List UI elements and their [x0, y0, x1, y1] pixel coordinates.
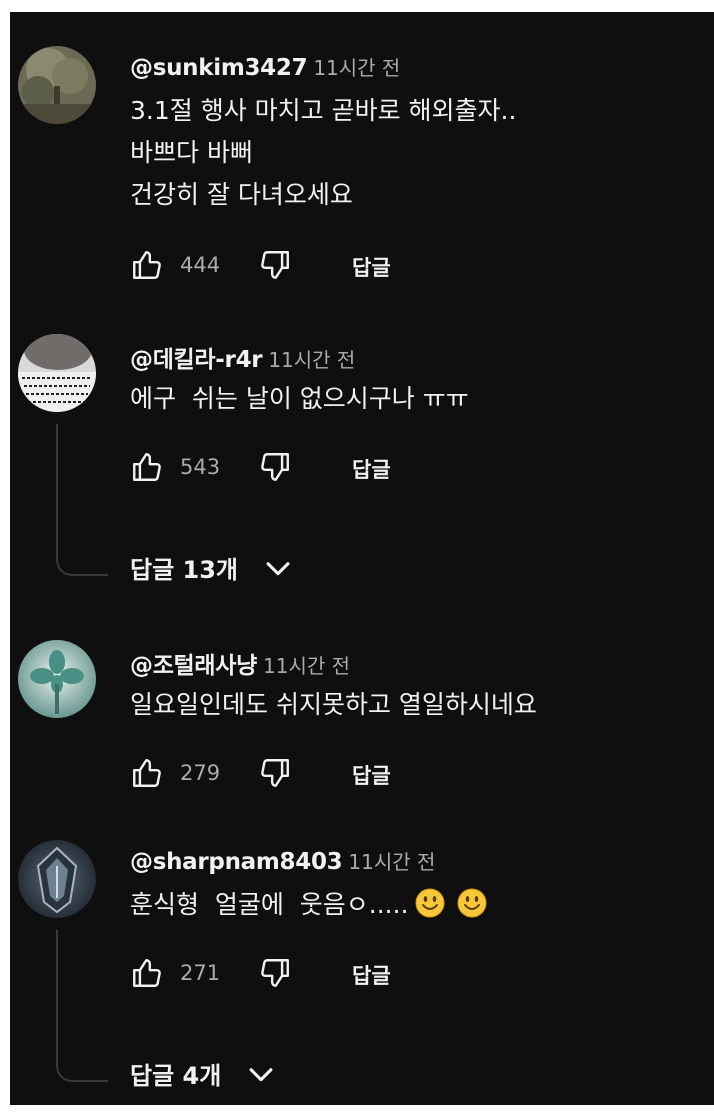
- comment-author[interactable]: @데킬라-r4r: [130, 347, 263, 373]
- like-button[interactable]: [130, 756, 166, 792]
- comment-time[interactable]: 11시간 전: [348, 850, 435, 874]
- comment-text-line: 건강히 잘 다녀오세요: [130, 180, 353, 209]
- avatar-face-photo: [18, 334, 96, 412]
- like-count: 271: [180, 961, 221, 985]
- thumbs-down-icon: [261, 759, 289, 787]
- replies-count-label: 답글 13개: [130, 556, 238, 584]
- chevron-down-icon: [266, 561, 290, 575]
- thread-connector: [56, 930, 108, 1082]
- thread-connector: [56, 424, 108, 576]
- comment-text: 에구 쉬는 날이 없으시구나 ㅠㅠ: [130, 378, 469, 420]
- comment-actions: 271 답글: [130, 956, 450, 992]
- avatar-crest-logo: [18, 840, 96, 918]
- like-count: 279: [180, 761, 221, 785]
- like-button[interactable]: [130, 450, 166, 486]
- avatar[interactable]: [18, 46, 96, 124]
- comment-time[interactable]: 11시간 전: [313, 56, 400, 80]
- reply-button[interactable]: 답글: [352, 760, 391, 790]
- comment-author[interactable]: @조털래사냥: [130, 653, 257, 679]
- avatar[interactable]: [18, 640, 96, 718]
- smiling-face-emoji: [415, 888, 445, 931]
- like-button[interactable]: [130, 956, 166, 992]
- thumbs-up-icon: [133, 759, 161, 787]
- avatar-clover-logo: [18, 640, 96, 718]
- comment-actions: 543 답글: [130, 450, 450, 486]
- reply-button[interactable]: 답글: [352, 454, 391, 484]
- avatar-tree-photo: [18, 46, 96, 124]
- dislike-button[interactable]: [258, 956, 294, 992]
- comments-panel: @sunkim3427 11시간 전 3.1절 행사 마치고 곧바로 해외출자..…: [10, 12, 714, 1105]
- like-count: 444: [180, 253, 221, 277]
- dislike-button[interactable]: [258, 450, 294, 486]
- comment-author[interactable]: @sunkim3427: [130, 55, 308, 81]
- thumbs-down-icon: [261, 453, 289, 481]
- reply-button[interactable]: 답글: [352, 960, 391, 990]
- chevron-down-icon: [249, 1067, 273, 1081]
- show-replies-button[interactable]: 답글 13개: [130, 550, 295, 590]
- dislike-button[interactable]: [258, 248, 294, 284]
- thumbs-up-icon: [133, 453, 161, 481]
- avatar[interactable]: [18, 334, 96, 412]
- dislike-button[interactable]: [258, 756, 294, 792]
- replies-count-label: 답글 4개: [130, 1062, 222, 1090]
- like-button[interactable]: [130, 248, 166, 284]
- thumbs-down-icon: [261, 959, 289, 987]
- comment-text-line: 훈식형 얼굴에 웃음ㅇ.....: [130, 890, 409, 919]
- comment-time[interactable]: 11시간 전: [268, 348, 355, 372]
- show-replies-button[interactable]: 답글 4개: [130, 1056, 278, 1096]
- smiling-face-emoji: [457, 888, 487, 931]
- comment-text-line: 3.1절 행사 마치고 곧바로 해외출자..: [130, 96, 517, 125]
- comment-actions: 444 답글: [130, 248, 450, 284]
- thumbs-up-icon: [133, 959, 161, 987]
- thumbs-up-icon: [133, 251, 161, 279]
- reply-button[interactable]: 답글: [352, 252, 391, 282]
- comment-time[interactable]: 11시간 전: [263, 654, 350, 678]
- like-count: 543: [180, 455, 221, 479]
- comment-text-line: 바쁘다 바뻐: [130, 138, 253, 167]
- comment-author[interactable]: @sharpnam8403: [130, 849, 343, 875]
- comment-text-line: 일요일인데도 쉬지못하고 열일하시네요: [130, 690, 537, 719]
- avatar[interactable]: [18, 840, 96, 918]
- thumbs-down-icon: [261, 251, 289, 279]
- comment-text-line: 에구 쉬는 날이 없으시구나 ㅠㅠ: [130, 384, 469, 413]
- comment-text: 3.1절 행사 마치고 곧바로 해외출자.. 바쁘다 바뻐건강히 잘 다녀오세요: [130, 90, 516, 216]
- comment-text: 훈식형 얼굴에 웃음ㅇ.....: [130, 884, 487, 931]
- comment-text: 일요일인데도 쉬지못하고 열일하시네요: [130, 684, 537, 726]
- comment-actions: 279 답글: [130, 756, 450, 792]
